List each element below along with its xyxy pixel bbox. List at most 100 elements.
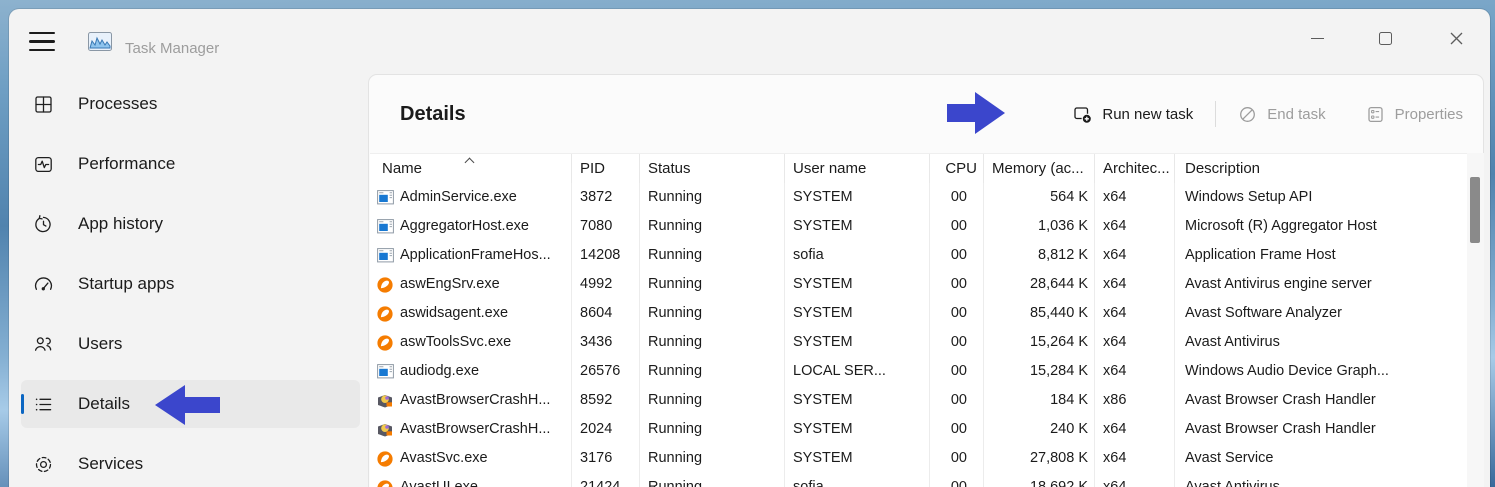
sidebar-item-performance[interactable]: Performance xyxy=(21,140,360,188)
close-icon[interactable] xyxy=(1445,27,1467,49)
scrollbar-thumb[interactable] xyxy=(1470,177,1480,243)
cell-cpu: 00 xyxy=(930,241,984,270)
table-row[interactable]: ApplicationFrameHos... 14208 Running sof… xyxy=(370,241,1467,270)
sidebar-item-services[interactable]: Services xyxy=(21,440,360,487)
cell-cpu: 00 xyxy=(930,270,984,299)
cell-user-name: SYSTEM xyxy=(785,386,930,415)
process-icon xyxy=(377,190,394,205)
column-header-pid[interactable]: PID xyxy=(572,154,640,183)
cell-cpu: 00 xyxy=(930,444,984,473)
process-icon xyxy=(377,451,394,466)
table-header: Name PID Status User name CPU Memory (ac… xyxy=(370,153,1467,183)
cell-status: Running xyxy=(640,183,785,212)
process-icon xyxy=(377,219,394,234)
end-task-icon xyxy=(1238,105,1257,124)
cell-user-name: LOCAL SER... xyxy=(785,357,930,386)
cell-user-name: SYSTEM xyxy=(785,299,930,328)
cell-status: Running xyxy=(640,328,785,357)
cell-name: ApplicationFrameHos... xyxy=(370,241,572,270)
column-header-status[interactable]: Status xyxy=(640,154,785,183)
properties-button[interactable]: Properties xyxy=(1366,105,1463,124)
column-header-description[interactable]: Description xyxy=(1175,154,1467,183)
table-row[interactable]: AvastUI.exe 21424 Running sofia 00 18,69… xyxy=(370,473,1467,487)
cell-pid: 2024 xyxy=(572,415,640,444)
cell-memory: 1,036 K xyxy=(984,212,1095,241)
process-icon xyxy=(377,364,394,379)
column-header-architecture[interactable]: Architec... xyxy=(1095,154,1175,183)
sort-ascending-icon xyxy=(465,158,475,168)
end-task-button[interactable]: End task xyxy=(1238,105,1325,124)
cell-pid: 7080 xyxy=(572,212,640,241)
cell-cpu: 00 xyxy=(930,473,984,487)
process-name: aswidsagent.exe xyxy=(400,299,508,328)
sidebar-item-processes[interactable]: Processes xyxy=(21,80,360,128)
properties-label: Properties xyxy=(1395,106,1463,123)
process-icon xyxy=(377,480,394,487)
processes-icon xyxy=(33,94,54,115)
cell-description: Windows Setup API xyxy=(1175,183,1467,212)
cell-description: Avast Service xyxy=(1175,444,1467,473)
cell-description: Avast Antivirus engine server xyxy=(1175,270,1467,299)
cell-description: Windows Audio Device Graph... xyxy=(1175,357,1467,386)
cell-user-name: SYSTEM xyxy=(785,183,930,212)
cell-memory: 240 K xyxy=(984,415,1095,444)
cell-architecture: x64 xyxy=(1095,299,1175,328)
sidebar-item-users[interactable]: Users xyxy=(21,320,360,368)
cell-cpu: 00 xyxy=(930,415,984,444)
minimize-icon[interactable] xyxy=(1306,27,1328,49)
toolbar: Run new task End task xyxy=(1073,75,1463,153)
cell-cpu: 00 xyxy=(930,183,984,212)
column-header-memory[interactable]: Memory (ac... xyxy=(984,154,1095,183)
cell-status: Running xyxy=(640,299,785,328)
cell-pid: 8592 xyxy=(572,386,640,415)
cell-cpu: 00 xyxy=(930,328,984,357)
sidebar-item-startup-apps[interactable]: Startup apps xyxy=(21,260,360,308)
sidebar-item-label: Startup apps xyxy=(78,274,174,294)
table-row[interactable]: AvastBrowserCrashH... 2024 Running SYSTE… xyxy=(370,415,1467,444)
run-new-task-label: Run new task xyxy=(1102,106,1193,123)
run-new-task-button[interactable]: Run new task xyxy=(1073,105,1193,124)
cell-memory: 15,264 K xyxy=(984,328,1095,357)
process-icon xyxy=(377,393,394,408)
sidebar-item-app-history[interactable]: App history xyxy=(21,200,360,248)
maximize-icon[interactable] xyxy=(1374,27,1396,49)
sidebar-item-label: Users xyxy=(78,334,122,354)
cell-description: Avast Browser Crash Handler xyxy=(1175,386,1467,415)
column-header-name[interactable]: Name xyxy=(370,154,572,183)
users-icon xyxy=(33,334,54,355)
cell-status: Running xyxy=(640,444,785,473)
table-rows: AdminService.exe 3872 Running SYSTEM 00 … xyxy=(370,183,1467,487)
table-row[interactable]: aswEngSrv.exe 4992 Running SYSTEM 00 28,… xyxy=(370,270,1467,299)
cell-status: Running xyxy=(640,386,785,415)
details-panel: Details Run new task End task xyxy=(368,74,1484,487)
cell-pid: 3436 xyxy=(572,328,640,357)
sidebar-item-label: Details xyxy=(78,394,130,414)
cell-architecture: x64 xyxy=(1095,270,1175,299)
table-row[interactable]: AggregatorHost.exe 7080 Running SYSTEM 0… xyxy=(370,212,1467,241)
cell-name: AvastUI.exe xyxy=(370,473,572,487)
task-manager-logo-icon xyxy=(88,32,112,51)
cell-name: aswidsagent.exe xyxy=(370,299,572,328)
cell-name: AggregatorHost.exe xyxy=(370,212,572,241)
cell-status: Running xyxy=(640,473,785,487)
cell-pid: 26576 xyxy=(572,357,640,386)
process-icon xyxy=(377,248,394,263)
sidebar-item-details[interactable]: Details xyxy=(21,380,360,428)
hamburger-menu-button[interactable] xyxy=(29,32,56,51)
table-row[interactable]: aswToolsSvc.exe 3436 Running SYSTEM 00 1… xyxy=(370,328,1467,357)
column-header-cpu[interactable]: CPU xyxy=(930,154,984,183)
column-header-user-name[interactable]: User name xyxy=(785,154,930,183)
table-row[interactable]: audiodg.exe 26576 Running LOCAL SER... 0… xyxy=(370,357,1467,386)
cell-user-name: SYSTEM xyxy=(785,444,930,473)
process-name: AvastSvc.exe xyxy=(400,444,488,473)
table-row[interactable]: AdminService.exe 3872 Running SYSTEM 00 … xyxy=(370,183,1467,212)
table-row[interactable]: aswidsagent.exe 8604 Running SYSTEM 00 8… xyxy=(370,299,1467,328)
cell-user-name: SYSTEM xyxy=(785,212,930,241)
panel-header: Details Run new task End task xyxy=(369,75,1483,153)
table-row[interactable]: AvastSvc.exe 3176 Running SYSTEM 00 27,8… xyxy=(370,444,1467,473)
cell-architecture: x64 xyxy=(1095,212,1175,241)
run-new-task-icon xyxy=(1073,105,1092,124)
app-history-icon xyxy=(33,214,54,235)
table-row[interactable]: AvastBrowserCrashH... 8592 Running SYSTE… xyxy=(370,386,1467,415)
cell-pid: 3176 xyxy=(572,444,640,473)
